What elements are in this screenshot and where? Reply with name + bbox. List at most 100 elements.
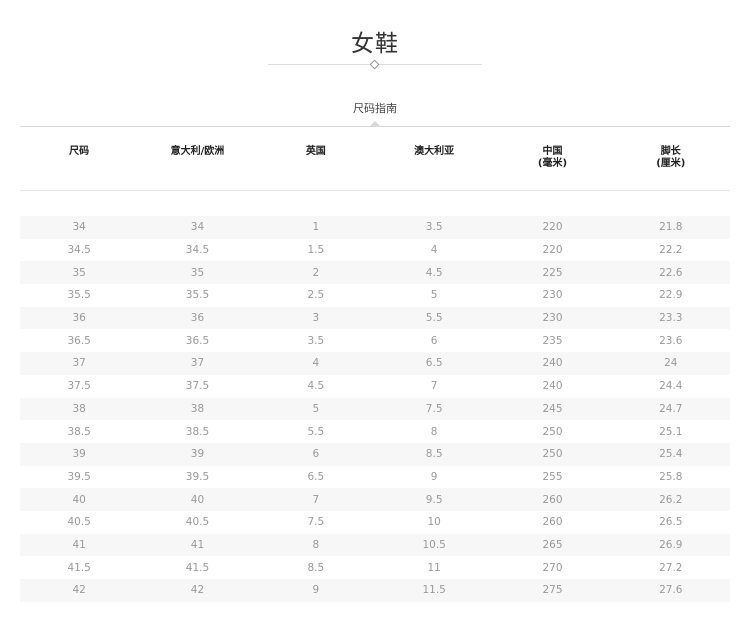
table-cell: 255 <box>542 470 563 483</box>
table-cell: 240 <box>542 357 563 370</box>
table-row: 41 41 8 10.5 265 26.9 <box>20 533 730 557</box>
column-header-label: 意大利/欧洲 <box>170 146 225 157</box>
table-cell: 37.5 <box>185 380 210 393</box>
table-cell: 8.5 <box>307 561 325 574</box>
table-cell: 36 <box>190 312 205 325</box>
column-header-unit: (厘米) <box>656 158 686 169</box>
table-cell: 6.5 <box>425 357 443 370</box>
table-cell: 36.5 <box>185 334 210 347</box>
table-cell: 240 <box>542 380 563 393</box>
caret-up-icon <box>370 121 380 126</box>
table-cell: 38.5 <box>67 425 91 438</box>
column-header-label: 脚长 <box>660 146 681 157</box>
table-cell: 5 <box>312 402 320 415</box>
table-cell: 26.9 <box>659 538 683 551</box>
table-cell: 40.5 <box>185 516 210 529</box>
table-cell: 9.5 <box>425 493 443 506</box>
table-cell: 225 <box>542 266 563 279</box>
table-row: 41.5 41.5 8.5 11 270 27.2 <box>20 556 730 579</box>
column-header-label: 英国 <box>305 146 326 157</box>
table-cell: 10 <box>427 516 441 529</box>
table-cell: 5.5 <box>307 425 325 438</box>
table-cell: 260 <box>542 493 563 506</box>
table-cell: 34 <box>72 221 86 234</box>
table-cell: 41 <box>190 538 205 551</box>
table-cell: 8 <box>312 538 320 551</box>
table-cell: 35.5 <box>185 289 210 302</box>
table-cell: 3.5 <box>307 334 325 347</box>
table-cell: 220 <box>542 244 563 257</box>
table-cell: 11 <box>427 561 441 574</box>
table-cell: 34.5 <box>67 244 91 257</box>
table-cell: 22.6 <box>659 266 683 279</box>
table-cell: 41 <box>72 538 86 551</box>
table-cell: 23.3 <box>659 312 683 325</box>
table-row: 34.5 34.5 1.5 4 220 22.2 <box>20 239 730 262</box>
table-cell: 38 <box>190 402 205 415</box>
table-cell: 270 <box>542 561 563 574</box>
table-row: 35.5 35.5 2.5 5 230 22.9 <box>20 284 730 307</box>
table-cell: 10.5 <box>422 538 446 551</box>
size-table-body: 34 34 1 3.5 220 21.8 34.5 34.5 1.5 4 220 22.2 35 35 2 4… <box>20 216 730 602</box>
table-cell: 2 <box>312 266 320 279</box>
table-cell: 35 <box>72 266 86 279</box>
table-cell: 39 <box>72 448 86 461</box>
table-row: 34 34 1 3.5 220 21.8 <box>20 216 730 239</box>
table-cell: 38 <box>72 402 86 415</box>
table-cell: 39.5 <box>67 470 91 483</box>
column-header: 脚长 (厘米) <box>612 146 730 176</box>
table-cell: 250 <box>542 448 563 461</box>
column-header-label: 中国 <box>542 146 563 157</box>
table-cell: 21.8 <box>659 221 683 234</box>
table-cell: 24.7 <box>659 402 683 415</box>
table-cell: 41.5 <box>67 561 91 574</box>
table-cell: 37 <box>190 357 205 370</box>
table-cell: 7 <box>430 380 438 393</box>
table-cell: 23.6 <box>659 334 683 347</box>
table-cell: 34.5 <box>185 244 210 257</box>
table-cell: 3.5 <box>425 221 443 234</box>
table-cell: 39 <box>190 448 205 461</box>
table-cell: 4 <box>430 244 438 257</box>
table-cell: 37.5 <box>67 380 91 393</box>
table-cell: 34 <box>190 221 205 234</box>
table-cell: 4 <box>312 357 320 370</box>
table-cell: 26.5 <box>659 516 683 529</box>
table-cell: 24 <box>664 357 678 370</box>
table-row: 38.5 38.5 5.5 8 250 25.1 <box>20 420 730 443</box>
table-row: 40.5 40.5 7.5 10 260 26.5 <box>20 511 730 534</box>
section-subtitle: 尺码指南 <box>353 102 397 115</box>
table-cell: 5 <box>430 289 438 302</box>
table-cell: 41.5 <box>185 561 210 574</box>
table-row: 36.5 36.5 3.5 6 235 23.6 <box>20 329 730 352</box>
table-row: 38 38 5 7.5 245 24.7 <box>20 397 730 421</box>
table-cell: 2.5 <box>307 289 325 302</box>
table-cell: 1.5 <box>307 244 325 257</box>
column-header-label: 澳大利亚 <box>414 146 455 157</box>
table-cell: 7.5 <box>307 516 325 529</box>
table-cell: 6 <box>312 448 320 461</box>
table-cell: 4.5 <box>425 266 443 279</box>
table-cell: 27.2 <box>659 561 683 574</box>
page-title: 女鞋 <box>351 31 399 57</box>
column-header: 澳大利亚 <box>375 146 493 176</box>
table-cell: 1 <box>312 221 320 234</box>
table-cell: 235 <box>542 334 563 347</box>
table-cell: 6 <box>430 334 438 347</box>
table-cell: 6.5 <box>307 470 325 483</box>
column-header: 中国 (毫米) <box>493 146 611 176</box>
table-cell: 230 <box>542 289 563 302</box>
table-cell: 26.2 <box>659 493 683 506</box>
table-cell: 37 <box>72 357 86 370</box>
table-cell: 7 <box>312 493 320 506</box>
table-cell: 25.8 <box>659 470 683 483</box>
table-cell: 7.5 <box>425 402 443 415</box>
table-cell: 25.4 <box>659 448 683 461</box>
table-row: 40 40 7 9.5 260 26.2 <box>20 488 730 511</box>
table-cell: 11.5 <box>422 584 446 597</box>
table-cell: 220 <box>542 221 563 234</box>
table-cell: 35.5 <box>67 289 91 302</box>
table-cell: 24.4 <box>659 380 683 393</box>
column-header: 英国 <box>257 146 375 176</box>
table-cell: 8.5 <box>425 448 443 461</box>
